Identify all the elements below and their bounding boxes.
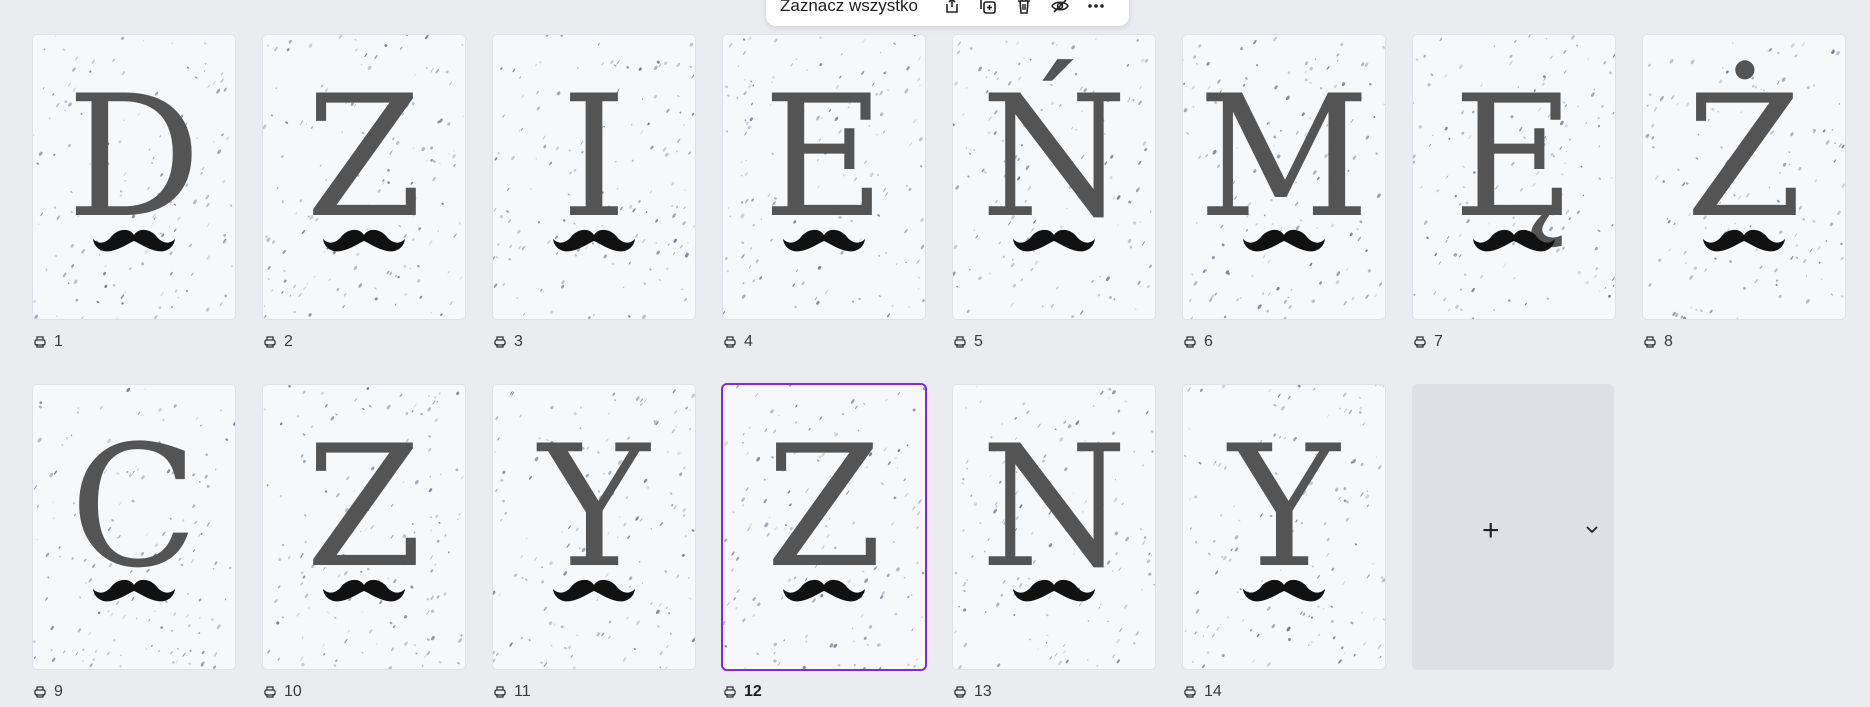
page-thumbnail[interactable]: C: [33, 385, 235, 669]
page-letter: E: [762, 59, 886, 255]
page-number: 2: [263, 332, 293, 352]
page-letter: N: [980, 409, 1128, 605]
page-number-label: 8: [1664, 333, 1673, 350]
plus-icon: +: [1482, 514, 1500, 547]
mustache-icon: [93, 229, 175, 252]
printer-icon: [34, 336, 46, 348]
page-number: 12: [723, 682, 762, 702]
mustache-icon: [1243, 579, 1325, 602]
mustache-icon: [1243, 229, 1325, 252]
page-thumbnail[interactable]: M: [1183, 35, 1385, 319]
page-thumbnail[interactable]: Z: [723, 385, 925, 669]
mustache-icon: [323, 229, 405, 252]
page-thumbnail[interactable]: Ę: [1413, 35, 1615, 319]
mustache-icon: [1013, 229, 1095, 252]
page-number-label: 12: [744, 683, 762, 700]
page-letter: C: [69, 409, 199, 605]
page-thumbnail[interactable]: Ń: [953, 35, 1155, 319]
page-number-label: 5: [974, 333, 983, 350]
printer-icon: [724, 686, 736, 698]
page-thumbnail[interactable]: Y: [1183, 385, 1385, 669]
page-thumbnail[interactable]: D: [33, 35, 235, 319]
page-number: 7: [1413, 332, 1443, 352]
mustache-icon: [783, 579, 865, 602]
page-number-label: 10: [284, 683, 302, 700]
page-number: 3: [493, 332, 523, 352]
page-number: 5: [953, 332, 983, 352]
page-thumbnail[interactable]: Z: [263, 385, 465, 669]
page-number: 11: [493, 682, 531, 702]
page-letter: Ń: [980, 59, 1128, 255]
page-letter: D: [66, 59, 202, 255]
page-number-label: 14: [1204, 683, 1222, 700]
mustache-icon: [1703, 229, 1785, 252]
page-letter: Y: [538, 409, 650, 605]
mustache-icon: [553, 579, 635, 602]
page-letter: Y: [1228, 409, 1340, 605]
page-thumbnail[interactable]: E: [723, 35, 925, 319]
page-letter: M: [1197, 59, 1371, 255]
page-letter: Ę: [1452, 59, 1576, 255]
mustache-icon: [1473, 229, 1555, 252]
page-thumbnail[interactable]: Y: [493, 385, 695, 669]
printer-icon: [264, 686, 276, 698]
printer-icon: [264, 336, 276, 348]
page-letter: I: [560, 59, 628, 255]
page-letter: Z: [305, 59, 423, 255]
mustache-icon: [783, 229, 865, 252]
page-number-label: 9: [54, 683, 63, 700]
mustache-icon: [553, 229, 635, 252]
page-thumbnail[interactable]: Ż: [1643, 35, 1845, 319]
page-thumbnail[interactable]: I: [493, 35, 695, 319]
page-number-label: 3: [514, 333, 523, 350]
printer-icon: [1414, 336, 1426, 348]
page-number-label: 11: [514, 683, 531, 700]
page-number: 1: [33, 332, 63, 352]
page-thumbnail[interactable]: Z: [263, 35, 465, 319]
printer-icon: [954, 686, 966, 698]
printer-icon: [724, 336, 736, 348]
printer-icon: [1184, 336, 1196, 348]
page-number-label: 6: [1204, 333, 1213, 350]
page-letter: Ż: [1685, 59, 1803, 255]
page-number: 9: [33, 682, 63, 702]
page-number-label: 4: [744, 333, 753, 350]
printer-icon: [1644, 336, 1656, 348]
page-letter: Z: [765, 409, 883, 605]
page-number: 4: [723, 332, 753, 352]
printer-icon: [494, 686, 506, 698]
printer-icon: [954, 336, 966, 348]
printer-icon: [34, 686, 46, 698]
page-number: 10: [263, 682, 302, 702]
page-number-label: 7: [1434, 333, 1443, 350]
page-number: 6: [1183, 332, 1213, 352]
page-number: 14: [1183, 682, 1222, 702]
printer-icon: [494, 336, 506, 348]
page-thumbnail[interactable]: N: [953, 385, 1155, 669]
add-page-button[interactable]: +: [1412, 384, 1614, 670]
page-number-label: 2: [284, 333, 293, 350]
mustache-icon: [93, 579, 175, 602]
mustache-icon: [323, 579, 405, 602]
page-number: 13: [953, 682, 992, 702]
page-number-label: 13: [974, 683, 992, 700]
page-number: 8: [1643, 332, 1673, 352]
mustache-icon: [1013, 579, 1095, 602]
printer-icon: [1184, 686, 1196, 698]
chevron-down-icon[interactable]: [1584, 521, 1600, 537]
page-number-label: 1: [54, 333, 63, 350]
page-letter: Z: [305, 409, 423, 605]
